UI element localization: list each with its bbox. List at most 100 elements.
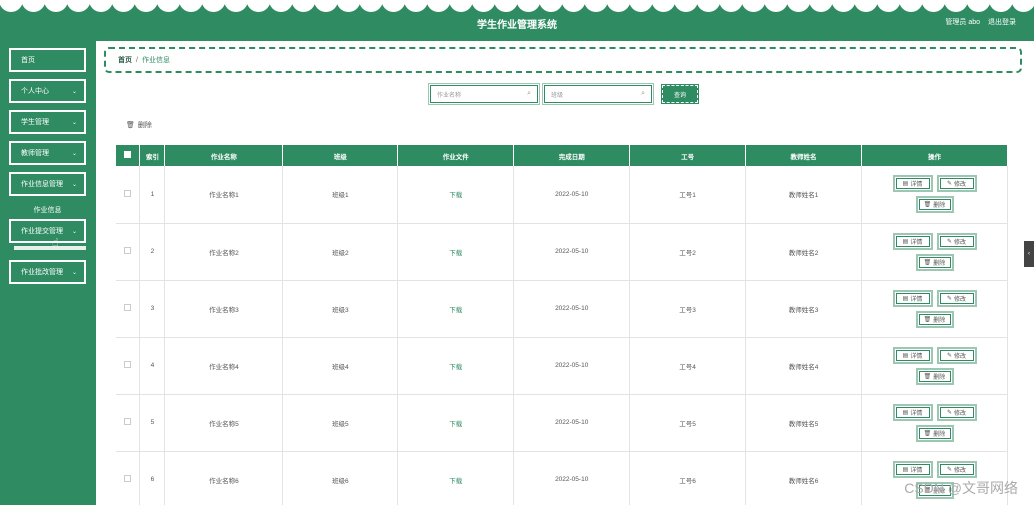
cell-actions: ▤ 详情 ✎ 修改 🗑 删除	[861, 223, 1008, 281]
scallop-shape	[336, 0, 361, 12]
edit-button[interactable]: ✎ 修改	[936, 346, 977, 364]
column-header: 教师姓名	[745, 145, 862, 166]
detail-button[interactable]: ▤ 详情	[892, 175, 933, 193]
cell-actions: ▤ 详情 ✎ 修改 🗑 删除	[861, 166, 1008, 224]
chevron-down-icon: ⌄	[71, 228, 77, 235]
table-row: 1 作业名称1 班级1 下载 2022-05-10 工号1 教师姓名1 ▤ 详情 ✎ 修改 🗑 删除	[116, 166, 1008, 224]
scallop-shape	[471, 0, 496, 12]
scallop-shape	[111, 0, 136, 12]
table-row: 6 作业名称6 班级6 下载 2022-05-10 工号6 教师姓名6 ▤ 详情 ✎ 修改 🗑 删除	[116, 451, 1008, 505]
sidebar-item-homework-info-management[interactable]: 作业信息管理 ⌄	[9, 172, 86, 196]
download-link[interactable]: 下载	[397, 337, 515, 395]
scallop-shape	[314, 0, 338, 12]
detail-button[interactable]: ▤ 详情	[892, 346, 933, 364]
scallop-shape	[224, 0, 248, 12]
sidebar-item-student-management[interactable]: 学生管理 ⌄	[9, 110, 86, 134]
cell-date: 2022-05-10	[513, 223, 631, 281]
scallop-shape	[809, 0, 833, 12]
delete-button[interactable]: 🗑 删除	[915, 424, 954, 442]
download-link[interactable]: 下载	[397, 223, 515, 281]
sidebar-item-teacher-management[interactable]: 教师管理 ⌄	[9, 141, 86, 165]
cell-teacher-name: 教师姓名6	[745, 451, 862, 505]
row-checkbox[interactable]	[124, 189, 132, 197]
sidebar-subitem-homework-info[interactable]: 作业信息	[9, 204, 86, 218]
query-button[interactable]: 查询	[661, 84, 699, 104]
edit-button[interactable]: ✎ 修改	[936, 403, 977, 421]
cell-staff-id: 工号1	[629, 166, 747, 224]
scallop-shape	[989, 0, 1013, 12]
edit-button[interactable]: ✎ 修改	[936, 460, 977, 478]
select-all-header[interactable]	[116, 145, 141, 166]
scallop-shape	[899, 0, 923, 12]
delete-button[interactable]: 🗑 删除	[915, 196, 954, 214]
document-icon: ▤	[902, 295, 909, 302]
sidebar-item-homework-submit-management[interactable]: 作业提交管理 ⌄	[9, 219, 86, 243]
row-checkbox[interactable]	[124, 247, 132, 254]
scallop-decoration	[0, 0, 1034, 12]
cell-index: 6	[139, 451, 166, 505]
homework-name-search-input[interactable]: 作业名称 ⌕	[428, 83, 540, 105]
column-header: 操作	[861, 145, 1008, 166]
download-link[interactable]: 下载	[397, 166, 515, 224]
scallop-shape	[516, 0, 541, 12]
row-checkbox[interactable]	[124, 475, 132, 482]
bulk-delete-button[interactable]: 🗑 删除	[126, 120, 152, 130]
search-icon: ⌕	[641, 90, 645, 97]
sidebar-item-personal-center[interactable]: 个人中心 ⌄	[9, 79, 86, 103]
sidebar-item-homework-grading-management[interactable]: 作业批改管理 ⌄	[9, 260, 86, 284]
row-checkbox[interactable]	[124, 418, 132, 425]
scallop-shape	[449, 0, 473, 12]
scallop-shape	[629, 0, 653, 12]
edit-button[interactable]: ✎ 修改	[936, 289, 977, 307]
logout-button[interactable]: 退出登录	[988, 17, 1016, 27]
scallop-shape	[674, 0, 698, 12]
column-header: 工号	[629, 145, 747, 166]
row-select-cell	[116, 337, 141, 395]
edit-label: 修改	[954, 296, 967, 303]
delete-button[interactable]: 🗑 删除	[915, 367, 954, 385]
top-header: 学生作业管理系统 管理员 abo 退出登录	[0, 0, 1034, 41]
cell-index: 4	[139, 337, 166, 395]
scallop-shape	[966, 0, 991, 12]
breadcrumb-current: 作业信息	[141, 57, 170, 64]
table-row: 3 作业名称3 班级3 下载 2022-05-10 工号3 教师姓名3 ▤ 详情 ✎ 修改 🗑 删除	[116, 280, 1008, 338]
row-checkbox[interactable]	[124, 361, 132, 368]
sidebar-item-label: 作业批改管理	[21, 269, 63, 276]
edit-button[interactable]: ✎ 修改	[936, 175, 977, 193]
edit-label: 修改	[954, 410, 967, 417]
scallop-shape	[606, 0, 631, 12]
detail-button[interactable]: ▤ 详情	[892, 232, 933, 250]
scallop-shape	[89, 0, 113, 12]
scallop-shape	[0, 0, 23, 12]
scallop-shape	[786, 0, 811, 12]
scallop-shape	[291, 0, 316, 12]
document-icon: ▤	[902, 238, 909, 245]
detail-button[interactable]: ▤ 详情	[892, 403, 933, 421]
download-link[interactable]: 下载	[397, 451, 515, 505]
detail-label: 详情	[910, 182, 923, 189]
detail-label: 详情	[910, 353, 923, 360]
download-link[interactable]: 下载	[397, 280, 515, 338]
select-all-checkbox[interactable]	[124, 151, 132, 158]
delete-label: 删除	[933, 431, 946, 438]
detail-button[interactable]: ▤ 详情	[892, 289, 933, 307]
download-link[interactable]: 下载	[397, 394, 515, 452]
cell-teacher-name: 教师姓名3	[745, 280, 862, 338]
edit-label: 修改	[954, 182, 967, 189]
detail-button[interactable]: ▤ 详情	[892, 460, 933, 478]
cell-teacher-name: 教师姓名2	[745, 223, 862, 281]
scallop-shape	[651, 0, 676, 12]
delete-button[interactable]: 🗑 删除	[915, 253, 954, 271]
scallop-shape	[381, 0, 406, 12]
side-collapse-tab[interactable]: ‹	[1024, 241, 1034, 267]
breadcrumb-home[interactable]: 首页	[118, 55, 132, 65]
delete-button[interactable]: 🗑 删除	[915, 310, 954, 328]
edit-button[interactable]: ✎ 修改	[936, 232, 977, 250]
table-row: 2 作业名称2 班级2 下载 2022-05-10 工号2 教师姓名2 ▤ 详情 ✎ 修改 🗑 删除	[116, 223, 1008, 281]
sidebar-item-home[interactable]: 首页	[9, 48, 86, 72]
cell-date: 2022-05-10	[513, 451, 631, 505]
row-checkbox[interactable]	[124, 304, 132, 311]
class-search-input[interactable]: 班级 ⌕	[542, 83, 654, 105]
trash-icon: 🗑	[923, 202, 932, 209]
cell-teacher-name: 教师姓名5	[745, 394, 862, 452]
